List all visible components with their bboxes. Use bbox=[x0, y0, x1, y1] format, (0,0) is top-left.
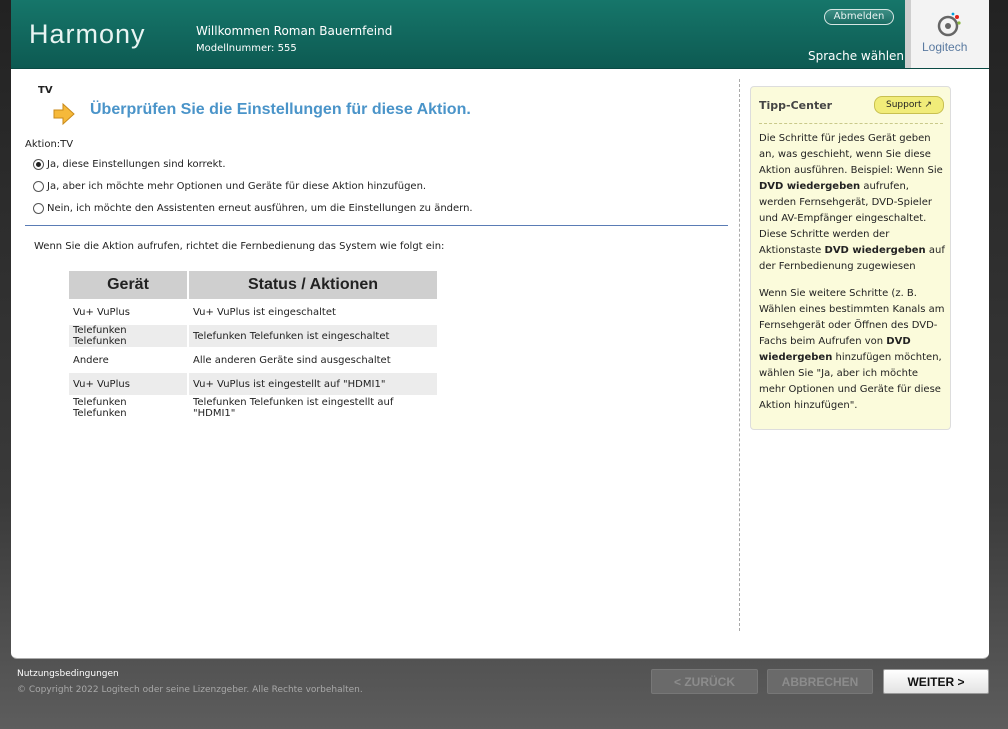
table-cell: Vu+ VuPlus ist eingestellt auf "HDMI1" bbox=[189, 373, 437, 395]
logout-button[interactable]: Abmelden bbox=[824, 9, 894, 25]
back-button[interactable]: < ZURÜCK bbox=[651, 669, 758, 694]
column-header-device: Gerät bbox=[69, 271, 187, 299]
table-row: Vu+ VuPlus Vu+ VuPlus ist eingeschaltet bbox=[69, 301, 437, 323]
header-bar: Harmony Willkommen Roman Bauernfeind Mod… bbox=[11, 0, 989, 69]
section-divider bbox=[25, 225, 728, 226]
table-cell: Telefunken Telefunken bbox=[69, 325, 187, 347]
support-label: Support bbox=[886, 100, 922, 110]
tip-text-run: Die Schritte für jedes Gerät geben an, w… bbox=[759, 133, 943, 176]
table-cell: Telefunken Telefunken bbox=[69, 397, 187, 419]
table-cell: Telefunken Telefunken ist eingeschaltet bbox=[189, 325, 437, 347]
tip-text-run: Wenn Sie weitere Schritte (z. B. Wählen … bbox=[759, 288, 945, 347]
tip-center-panel: Tipp-Center Support ↗ Die Schritte für j… bbox=[750, 86, 951, 430]
terms-link[interactable]: Nutzungsbedingungen bbox=[17, 669, 119, 679]
column-divider bbox=[739, 79, 740, 631]
column-header-status: Status / Aktionen bbox=[189, 271, 437, 299]
support-button[interactable]: Support ↗ bbox=[874, 96, 944, 114]
tip-separator bbox=[759, 123, 943, 124]
table-cell: Telefunken Telefunken ist eingestellt au… bbox=[189, 397, 437, 419]
cancel-button[interactable]: ABBRECHEN bbox=[767, 669, 873, 694]
option-correct[interactable]: Ja, diese Einstellungen sind korrekt. bbox=[33, 159, 226, 170]
device-status-table: Gerät Status / Aktionen Vu+ VuPlus Vu+ V… bbox=[67, 269, 439, 421]
tip-text: Die Schritte für jedes Gerät geben an, w… bbox=[759, 131, 945, 425]
radio-button[interactable] bbox=[33, 159, 44, 170]
table-row: Vu+ VuPlus Vu+ VuPlus ist eingestellt au… bbox=[69, 373, 437, 395]
tip-bold-run: DVD wiedergeben bbox=[759, 181, 861, 192]
harmony-logo: Harmony bbox=[29, 18, 179, 50]
option-label: Ja, aber ich möchte mehr Optionen und Ge… bbox=[47, 181, 427, 192]
system-intro-text: Wenn Sie die Aktion aufrufen, richtet di… bbox=[34, 241, 445, 252]
harmony-logo-text: Harmony bbox=[29, 19, 146, 49]
table-cell: Vu+ VuPlus bbox=[69, 373, 187, 395]
table-header-row: Gerät Status / Aktionen bbox=[69, 271, 437, 299]
table-row: Telefunken Telefunken Telefunken Telefun… bbox=[69, 325, 437, 347]
tip-bold-run: DVD wiedergeben bbox=[824, 245, 926, 256]
tip-center-title: Tipp-Center bbox=[759, 99, 833, 112]
option-add-more[interactable]: Ja, aber ich möchte mehr Optionen und Ge… bbox=[33, 181, 426, 192]
table-cell: Andere bbox=[69, 349, 187, 371]
table-row: Andere Alle anderen Geräte sind ausgesch… bbox=[69, 349, 437, 371]
next-button[interactable]: WEITER > bbox=[883, 669, 989, 694]
page-title: Überprüfen Sie die Einstellungen für die… bbox=[90, 101, 471, 118]
action-name: Aktion:TV bbox=[25, 139, 74, 150]
radio-button[interactable] bbox=[33, 203, 44, 214]
device-label: TV bbox=[38, 85, 53, 96]
radio-button[interactable] bbox=[33, 181, 44, 192]
logitech-mark-icon bbox=[937, 12, 961, 37]
option-rerun-wizard[interactable]: Nein, ich möchte den Assistenten erneut … bbox=[33, 203, 473, 214]
table-cell: Vu+ VuPlus bbox=[69, 301, 187, 323]
external-link-icon: ↗ bbox=[924, 100, 932, 110]
language-link[interactable]: Sprache wählen bbox=[808, 49, 904, 63]
table-row: Telefunken Telefunken Telefunken Telefun… bbox=[69, 397, 437, 419]
tip-paragraph: Wenn Sie weitere Schritte (z. B. Wählen … bbox=[759, 286, 945, 414]
welcome-text: Willkommen Roman Bauernfeind bbox=[196, 24, 393, 38]
logitech-brand-name: Logitech bbox=[922, 40, 968, 54]
model-number: Modellnummer: 555 bbox=[196, 43, 297, 54]
main-panel: TV Überprüfen Sie die Einstellungen für … bbox=[11, 69, 989, 659]
tip-paragraph: Die Schritte für jedes Gerät geben an, w… bbox=[759, 131, 945, 275]
logitech-logo: Logitech bbox=[905, 0, 989, 68]
option-label: Nein, ich möchte den Assistenten erneut … bbox=[47, 203, 473, 214]
table-cell: Vu+ VuPlus ist eingeschaltet bbox=[189, 301, 437, 323]
table-cell: Alle anderen Geräte sind ausgeschaltet bbox=[189, 349, 437, 371]
arrow-right-icon bbox=[53, 102, 75, 126]
copyright-text: © Copyright 2022 Logitech oder seine Liz… bbox=[17, 685, 363, 695]
option-label: Ja, diese Einstellungen sind korrekt. bbox=[47, 159, 226, 170]
